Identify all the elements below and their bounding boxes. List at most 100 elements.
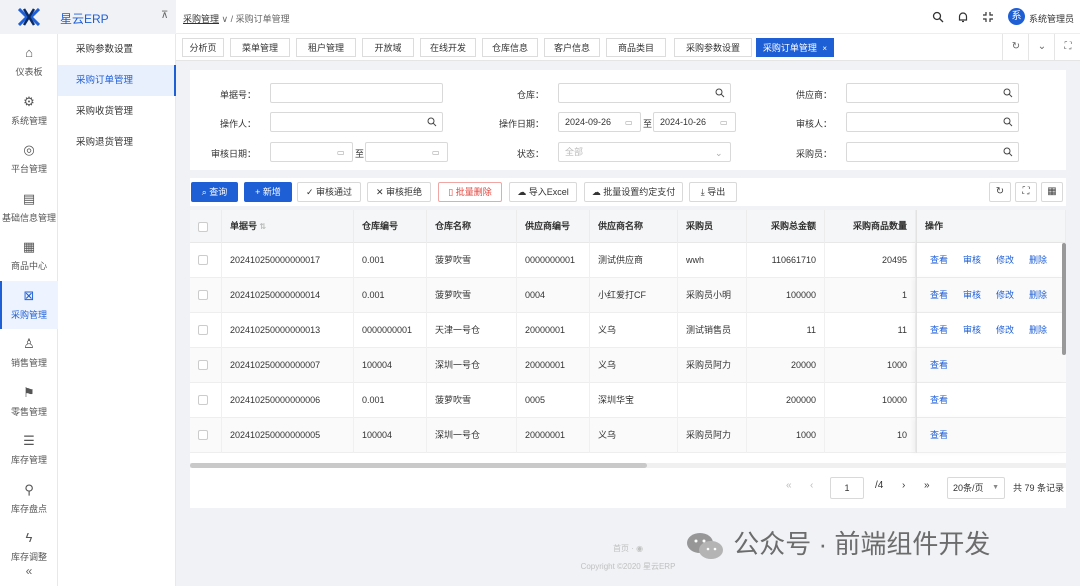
close-icon[interactable]: × (822, 44, 827, 53)
warehouse-input[interactable] (558, 83, 731, 103)
header-order-no[interactable]: 单据号 ⇅ (222, 210, 354, 243)
nav-item-1[interactable]: ⚙ 系统管理 (0, 87, 58, 135)
first-page-icon[interactable]: « (786, 480, 792, 491)
nav-item-7[interactable]: ⚑ 零售管理 (0, 378, 58, 426)
tab-analysis[interactable]: 分析页 (182, 38, 224, 57)
tab-menu[interactable]: 菜单管理 (230, 38, 290, 57)
tab-warehouse[interactable]: 仓库信息 (482, 38, 538, 57)
delete-link[interactable]: 删除 (1029, 243, 1047, 278)
tab-tenant[interactable]: 租户管理 (296, 38, 356, 57)
calendar-icon: ▭ (720, 118, 728, 127)
nav-item-5[interactable]: ⊠ 采购管理 (0, 280, 58, 329)
watermark-text: 公众号 · 前端组件开发 (733, 529, 991, 559)
page-input[interactable]: 1 (830, 477, 864, 499)
row-checkbox[interactable] (198, 395, 208, 405)
chevron-down-icon[interactable]: ⌄ (1028, 34, 1055, 60)
refresh-icon[interactable]: ↻ (989, 182, 1011, 202)
audit-link[interactable]: 审核 (963, 243, 981, 278)
op-date-from[interactable]: 2024-09-26 ▭ (558, 112, 641, 132)
submenu-item-returns[interactable]: 采购退货管理 (58, 127, 176, 158)
nav-item-0[interactable]: ⌂ 仪表板 (0, 38, 58, 86)
buyer-input[interactable] (846, 142, 1019, 162)
nav-item-3[interactable]: ▤ 基础信息管理 (0, 184, 58, 232)
reject-button[interactable]: ✕ 审核拒绝 (367, 182, 431, 202)
status-select[interactable]: 全部 ⌄ (558, 142, 731, 162)
row-checkbox[interactable] (198, 430, 208, 440)
table-row[interactable]: 202410250000000013 0000000001 天津一号仓 2000000… (190, 313, 1066, 348)
breadcrumb-root[interactable]: 采购管理 (183, 14, 219, 24)
view-link[interactable]: 查看 (930, 313, 948, 348)
avatar[interactable]: 系 (1008, 8, 1025, 25)
submenu-item-receiving[interactable]: 采购收货管理 (58, 96, 176, 127)
order-no-input[interactable] (270, 83, 443, 103)
delete-link[interactable]: 删除 (1029, 278, 1047, 313)
last-page-icon[interactable]: » (924, 480, 930, 491)
row-checkbox[interactable] (198, 360, 208, 370)
page-size-value: 20条/页 (953, 483, 984, 493)
tab-purchase-params[interactable]: 采购参数设置 (674, 38, 752, 57)
prev-page-icon[interactable]: ‹ (810, 480, 813, 491)
operator-input[interactable] (270, 112, 443, 132)
select-all-checkbox[interactable] (198, 222, 208, 232)
export-button[interactable]: ⤓ 导出 (689, 182, 737, 202)
approve-button[interactable]: ✓ 审核通过 (297, 182, 361, 202)
vertical-scrollbar[interactable] (1062, 243, 1066, 463)
row-checkbox[interactable] (198, 255, 208, 265)
auditor-input[interactable] (846, 112, 1019, 132)
fullscreen-icon[interactable] (982, 11, 994, 23)
page-size-select[interactable]: 20条/页 ▼ (947, 477, 1005, 499)
expand-icon[interactable]: ⛶ (1054, 34, 1080, 60)
tab-purchase-orders[interactable]: 采购订单管理 × (756, 38, 834, 57)
row-checkbox[interactable] (198, 290, 208, 300)
tab-open-domain[interactable]: 开放域 (362, 38, 414, 57)
import-excel-button[interactable]: ☁ 导入Excel (509, 182, 577, 202)
nav-item-4[interactable]: ▦ 商品中心 (0, 232, 58, 280)
github-icon[interactable]: ◉ (636, 544, 643, 553)
bell-icon[interactable] (957, 11, 969, 23)
tab-category[interactable]: 商品类目 (606, 38, 666, 57)
query-button[interactable]: ⌕ 查询 (191, 182, 238, 202)
batch-pay-button[interactable]: ☁ 批量设置约定支付 (584, 182, 683, 202)
view-link[interactable]: 查看 (930, 278, 948, 313)
row-checkbox[interactable] (198, 325, 208, 335)
view-link[interactable]: 查看 (930, 243, 948, 278)
collapse-icon[interactable]: « (0, 564, 58, 578)
delete-link[interactable]: 删除 (1029, 313, 1047, 348)
audit-date-to[interactable]: ▭ (365, 142, 448, 162)
submenu-item-orders[interactable]: 采购订单管理 (58, 65, 176, 96)
table-row[interactable]: 202410250000000007 100004 深圳一号仓 20000001 义乌采… (190, 348, 1066, 383)
nav-item-2[interactable]: ◎ 平台管理 (0, 135, 58, 183)
vertical-scroll-thumb[interactable] (1062, 243, 1066, 355)
footer-home-link[interactable]: 首页 · (613, 544, 636, 553)
audit-link[interactable]: 审核 (963, 278, 981, 313)
table-row[interactable]: 202410250000000005 100004 深圳一号仓 20000001 义乌采… (190, 418, 1066, 453)
fullscreen-icon[interactable]: ⛶ (1015, 182, 1037, 202)
next-page-icon[interactable]: › (902, 480, 905, 491)
edit-link[interactable]: 修改 (996, 243, 1014, 278)
layout-icon[interactable]: ▦ (1041, 182, 1063, 202)
tab-customer[interactable]: 客户信息 (544, 38, 600, 57)
nav-item-9[interactable]: ⚲ 库存盘点 (0, 475, 58, 523)
user-name[interactable]: 系统管理员 (1029, 12, 1074, 25)
search-icon[interactable] (932, 11, 944, 23)
edit-link[interactable]: 修改 (996, 313, 1014, 348)
edit-link[interactable]: 修改 (996, 278, 1014, 313)
add-button[interactable]: + 新增 (244, 182, 292, 202)
pin-icon[interactable]: ⊼ (161, 10, 168, 21)
nav-item-6[interactable]: ♙ 销售管理 (0, 329, 58, 377)
audit-link[interactable]: 审核 (963, 313, 981, 348)
view-link[interactable]: 查看 (930, 418, 948, 453)
batch-delete-button[interactable]: ▯ 批量删除 (438, 182, 502, 202)
view-link[interactable]: 查看 (930, 348, 948, 383)
table-row[interactable]: 202410250000000017 0.001 菠萝吹雪 0000000001 测试供… (190, 243, 1066, 278)
refresh-icon[interactable]: ↻ (1002, 34, 1029, 60)
table-row[interactable]: 202410250000000006 0.001 菠萝吹雪 0005 深圳华宝 20000… (190, 383, 1066, 418)
submenu-item-params[interactable]: 采购参数设置 (58, 34, 176, 65)
view-link[interactable]: 查看 (930, 383, 948, 418)
table-row[interactable]: 202410250000000014 0.001 菠萝吹雪 0004 小红爱打CF 采购员… (190, 278, 1066, 313)
supplier-input[interactable] (846, 83, 1019, 103)
tab-online-dev[interactable]: 在线开发 (420, 38, 476, 57)
nav-item-8[interactable]: ☰ 库存管理 (0, 426, 58, 474)
audit-date-from[interactable]: ▭ (270, 142, 353, 162)
op-date-to[interactable]: 2024-10-26 ▭ (653, 112, 736, 132)
